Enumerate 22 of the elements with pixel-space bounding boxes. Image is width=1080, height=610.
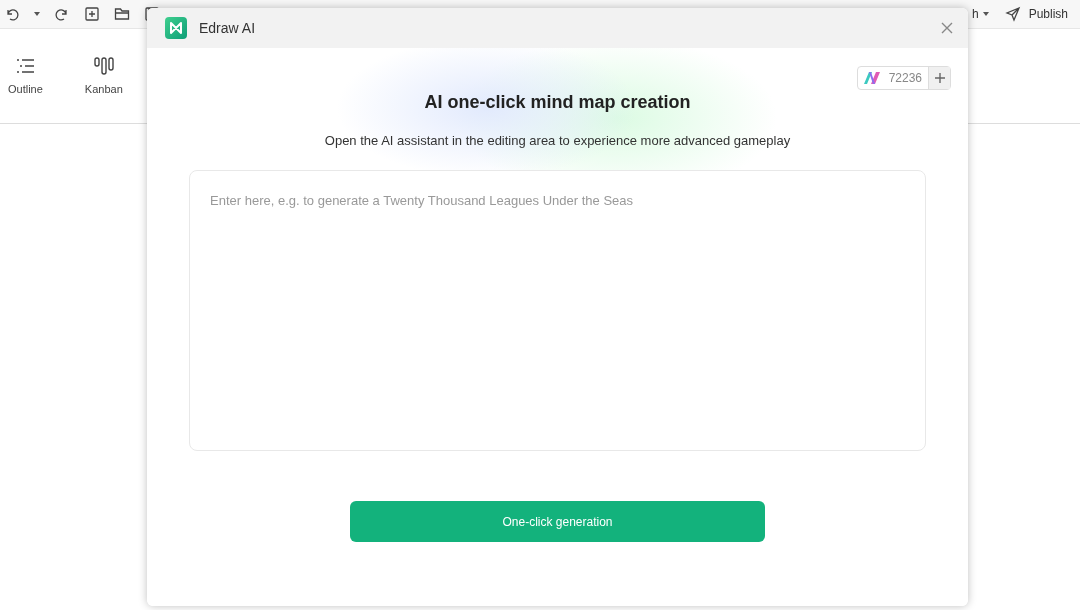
dialog-heading: AI one-click mind map creation	[424, 92, 691, 113]
caret-icon[interactable]	[982, 12, 989, 16]
close-icon[interactable]	[940, 21, 954, 35]
undo-icon[interactable]	[4, 6, 20, 22]
add-credits-button[interactable]	[928, 67, 950, 89]
ribbon-button[interactable]: Kanban	[78, 29, 129, 123]
logo-icon	[862, 71, 881, 85]
credits-count: 72236	[888, 71, 923, 85]
send-icon	[1004, 6, 1021, 22]
prompt-field[interactable]: Enter here, e.g. to generate a Twenty Thousand Leagues Under the Seas	[189, 170, 926, 451]
redo-icon[interactable]	[54, 6, 70, 22]
columns-icon	[92, 55, 115, 77]
dialog-subtitle: Open the AI assistant in the editing area to experience more advanced gameplay	[324, 133, 791, 148]
dialog-title: Edraw AI	[199, 20, 256, 36]
plus-icon	[933, 72, 946, 84]
caret-icon[interactable]	[34, 12, 40, 16]
folder-icon[interactable]	[114, 6, 130, 22]
menu-label[interactable]: h	[972, 7, 979, 21]
logo-icon	[165, 17, 187, 39]
ribbon-button[interactable]: Outline	[2, 29, 49, 123]
add-icon[interactable]	[84, 6, 100, 22]
publish-button[interactable]: Publish	[1004, 6, 1069, 22]
